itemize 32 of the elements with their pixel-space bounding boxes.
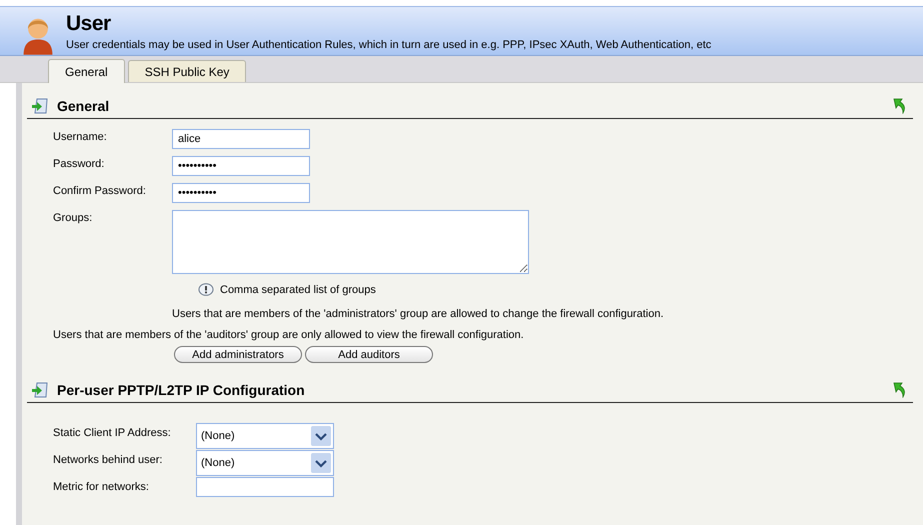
note-text: Users that are members of the 'auditors' group are only allowed to view the firewall configuration. xyxy=(53,329,525,341)
field-label: Confirm Password: xyxy=(53,184,147,197)
field-label: Username: xyxy=(53,130,108,143)
field-label: Metric for networks: xyxy=(53,480,150,493)
field-label: Password: xyxy=(53,157,106,170)
hint-text: Comma separated list of groups xyxy=(220,284,376,296)
tab[interactable]: General xyxy=(48,59,125,83)
tab[interactable]: SSH Public Key xyxy=(128,60,246,82)
page-description: User credentials may be used in User Authentication Rules, which in turn are used in e.g. PPP, IPsec XAuth, Web Authentication, etc xyxy=(66,39,712,51)
page-title: User xyxy=(66,13,112,35)
text-field[interactable]: •••••••••• xyxy=(172,183,310,203)
groups-field[interactable] xyxy=(172,210,529,274)
text-field[interactable]: •••••••••• xyxy=(172,156,310,176)
document-arrow-icon xyxy=(31,381,49,399)
section-title: Per-user PPTP/L2TP IP Configuration xyxy=(57,382,306,398)
info-icon xyxy=(198,283,214,297)
dropdown[interactable]: (None) xyxy=(196,450,334,476)
chevron-down-icon xyxy=(311,426,331,446)
up-arrow-icon[interactable] xyxy=(893,98,907,114)
note-text: Users that are members of the 'administrators' group are allowed to change the firewall configuration. xyxy=(172,308,665,320)
add-button[interactable]: Add administrators xyxy=(174,346,302,363)
add-button[interactable]: Add auditors xyxy=(305,346,433,363)
document-arrow-icon xyxy=(31,97,49,115)
up-arrow-icon[interactable] xyxy=(893,382,907,398)
text-field[interactable] xyxy=(196,477,334,497)
field-label: Networks behind user: xyxy=(53,453,164,466)
chevron-down-icon xyxy=(311,453,331,473)
field-label: Groups: xyxy=(53,211,94,224)
section-title: General xyxy=(57,98,110,114)
text-field[interactable]: alice xyxy=(172,129,310,149)
dropdown[interactable]: (None) xyxy=(196,423,334,449)
field-label: Static Client IP Address: xyxy=(53,426,172,439)
